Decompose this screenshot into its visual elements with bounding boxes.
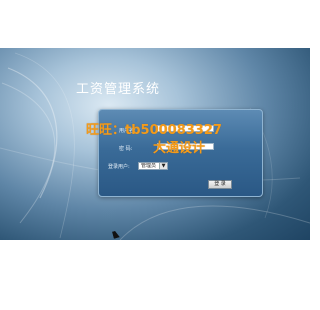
login-button[interactable]: 登 录 [208, 180, 232, 189]
watermark-brand: 大通设计 [153, 141, 206, 156]
user-type-label: 登录用户: [108, 164, 130, 170]
app-title: 工资管理系统 [76, 82, 161, 97]
chevron-down-icon[interactable]: ▼ [159, 163, 167, 169]
user-type-select[interactable]: 管理员 ▼ [138, 162, 168, 170]
watermark-contact: 旺旺：tb500083327 [86, 123, 222, 138]
password-label: 密 码: [119, 146, 133, 152]
user-type-selected: 管理员 [141, 163, 157, 169]
